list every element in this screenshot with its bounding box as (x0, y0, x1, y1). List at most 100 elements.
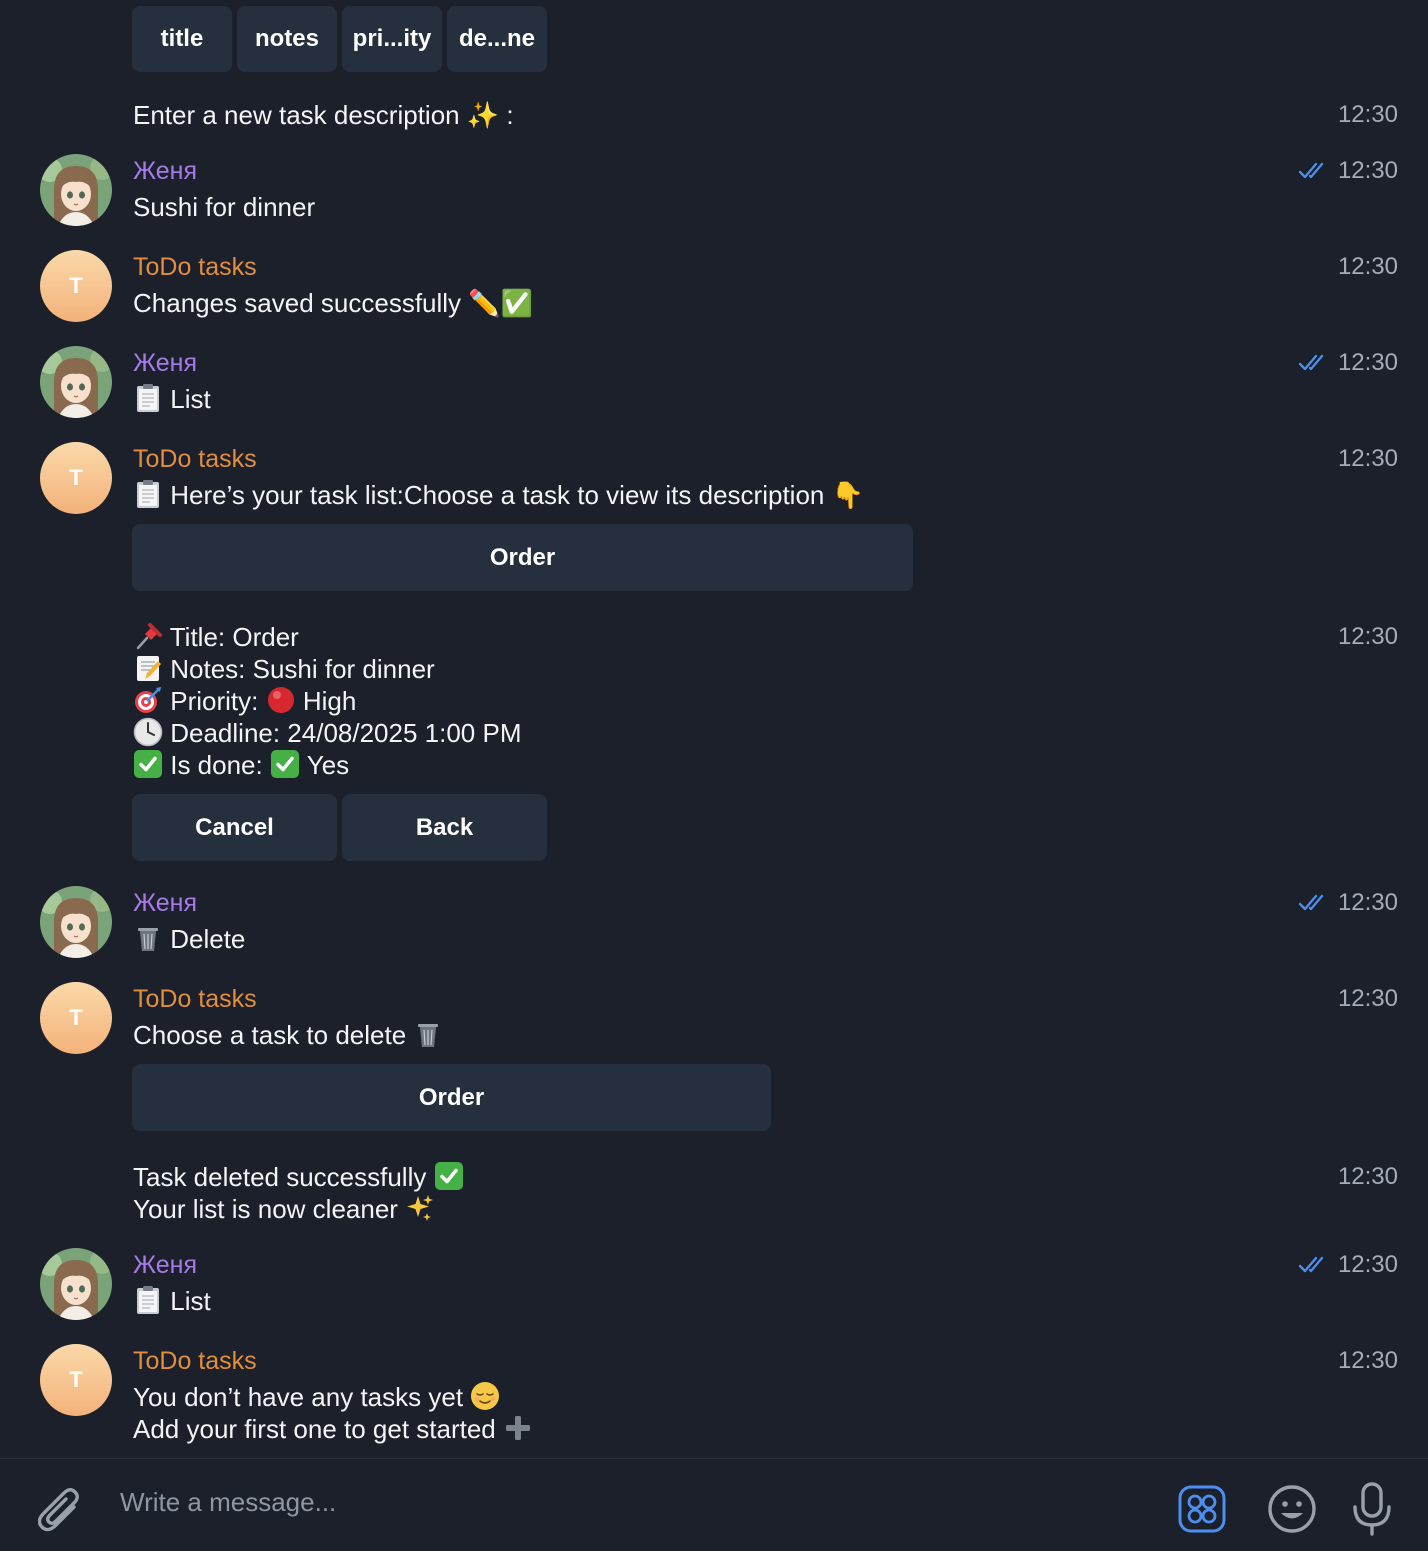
avatar-letter: T (69, 1005, 83, 1030)
kb-title-button[interactable]: title (132, 6, 232, 72)
bot-avatar[interactable]: T (40, 1344, 112, 1416)
message-text: Enter a new task description ✨ : (133, 100, 514, 130)
task-deadline-line: Deadline: 24/08/2025 1:00 PM (133, 717, 522, 749)
sender-name[interactable]: ToDo tasks (133, 983, 257, 1015)
message-body: List (170, 1286, 211, 1316)
bot-avatar[interactable]: T (40, 250, 112, 322)
time-label: 12:30 (1337, 623, 1398, 650)
kb-notes-label: notes (254, 25, 319, 52)
user-avatar[interactable] (40, 346, 112, 418)
trash-icon (413, 1019, 443, 1049)
sender-name[interactable]: Женя (133, 1249, 197, 1281)
time-label: 12:30 (1337, 889, 1398, 916)
task-notes: Notes: Sushi for dinner (170, 654, 435, 684)
order-task-button[interactable]: Order (132, 524, 913, 591)
time-label: 12:30 (1337, 445, 1398, 472)
kb-priority-label: pri...ity (352, 25, 432, 52)
bot-menu-icon[interactable] (1178, 1485, 1226, 1533)
sparkles-icon (405, 1193, 435, 1223)
bot-avatar[interactable]: T (40, 442, 112, 514)
kb-deadline-button[interactable]: de...ne (447, 6, 547, 72)
done-label: Is done: (170, 750, 263, 780)
target-icon (133, 685, 163, 715)
read-ticks-icon (1298, 161, 1330, 181)
message-body: List (170, 384, 211, 414)
clipboard-icon (133, 479, 163, 509)
message-time: 12:30 (1338, 445, 1398, 473)
time-label: 12:30 (1337, 985, 1398, 1012)
read-ticks-icon (1298, 1255, 1330, 1275)
clock-icon (133, 717, 163, 747)
task-notes-line: Notes: Sushi for dinner (133, 653, 435, 685)
pushpin-icon (133, 621, 163, 651)
emoji-icon[interactable] (1267, 1484, 1317, 1534)
message-line: Task deleted successfully (133, 1161, 464, 1193)
sender-name[interactable]: ToDo tasks (133, 443, 257, 475)
message-time: 12:30 (1298, 889, 1398, 917)
task-deadline: Deadline: 24/08/2025 1:00 PM (170, 718, 522, 748)
message-time: 12:30 (1338, 253, 1398, 281)
message-text: Changes saved successfully ✏️✅ (133, 288, 534, 318)
message-body: Here’s your task list:Choose a task to v… (170, 480, 864, 510)
user-avatar[interactable] (40, 1248, 112, 1320)
priority-label: Priority: (170, 686, 259, 716)
button-label: Back (415, 813, 474, 841)
message-body: Add your first one to get started (133, 1414, 496, 1444)
button-label: Order (418, 1083, 485, 1111)
message-body: Choose a task to delete (133, 1020, 407, 1050)
time-label: 12:30 (1337, 101, 1398, 128)
bot-avatar[interactable]: T (40, 982, 112, 1054)
task-title-line: Title: Order (133, 621, 299, 653)
time-label: 12:30 (1337, 157, 1398, 184)
message-text: Choose a task to delete (133, 1019, 443, 1051)
user-avatar[interactable] (40, 154, 112, 226)
button-label: Cancel (195, 813, 274, 841)
message-input[interactable]: Write a message... (120, 1487, 336, 1518)
message-time: 12:30 (1298, 1251, 1398, 1279)
back-button[interactable]: Back (342, 794, 547, 861)
message-time: 12:30 (1338, 101, 1398, 129)
check-icon (434, 1161, 464, 1191)
message-time: 12:30 (1338, 623, 1398, 651)
task-done-line: Is done: Yes (133, 749, 349, 781)
message-text: List (133, 383, 211, 415)
red-circle-icon (266, 685, 296, 715)
check-icon (133, 749, 163, 779)
bot-prompt-message: Enter a new task description ✨ : (133, 99, 514, 131)
time-label: 12:30 (1337, 1347, 1398, 1374)
message-text: Sushi for dinner (133, 192, 316, 222)
read-ticks-icon (1298, 353, 1330, 373)
kb-priority-button[interactable]: pri...ity (342, 6, 442, 72)
kb-deadline-label: de...ne (458, 25, 536, 52)
sender-name[interactable]: Женя (133, 155, 197, 187)
message-body: Your list is now cleaner (133, 1194, 398, 1224)
message-text: Here’s your task list:Choose a task to v… (133, 479, 864, 511)
message-body: You don’t have any tasks yet (133, 1382, 464, 1412)
order-delete-button[interactable]: Order (132, 1064, 771, 1131)
sender-name[interactable]: Женя (133, 887, 197, 919)
user-avatar[interactable] (40, 886, 112, 958)
message-line: Add your first one to get started (133, 1413, 533, 1445)
message-time: 12:30 (1338, 985, 1398, 1013)
task-priority-line: Priority: High (133, 685, 356, 717)
microphone-icon[interactable] (1352, 1481, 1392, 1537)
message-time: 12:30 (1298, 349, 1398, 377)
message-time: 12:30 (1338, 1163, 1398, 1191)
message-time: 12:30 (1338, 1347, 1398, 1375)
message-body: Delete (170, 924, 246, 954)
message-text: Delete (133, 923, 245, 955)
clipboard-icon (133, 383, 163, 413)
message-body: Task deleted successfully (133, 1162, 427, 1192)
message-text: List (133, 1285, 211, 1317)
avatar-letter: T (69, 1367, 83, 1392)
sender-name[interactable]: ToDo tasks (133, 251, 257, 283)
avatar-letter: T (69, 273, 83, 298)
sender-name[interactable]: Женя (133, 347, 197, 379)
attach-icon[interactable] (38, 1485, 84, 1535)
kb-notes-button[interactable]: notes (237, 6, 337, 72)
cancel-button[interactable]: Cancel (132, 794, 337, 861)
trash-icon (133, 923, 163, 953)
sender-name[interactable]: ToDo tasks (133, 1345, 257, 1377)
check-icon (270, 749, 300, 779)
done-value: Yes (306, 750, 350, 780)
